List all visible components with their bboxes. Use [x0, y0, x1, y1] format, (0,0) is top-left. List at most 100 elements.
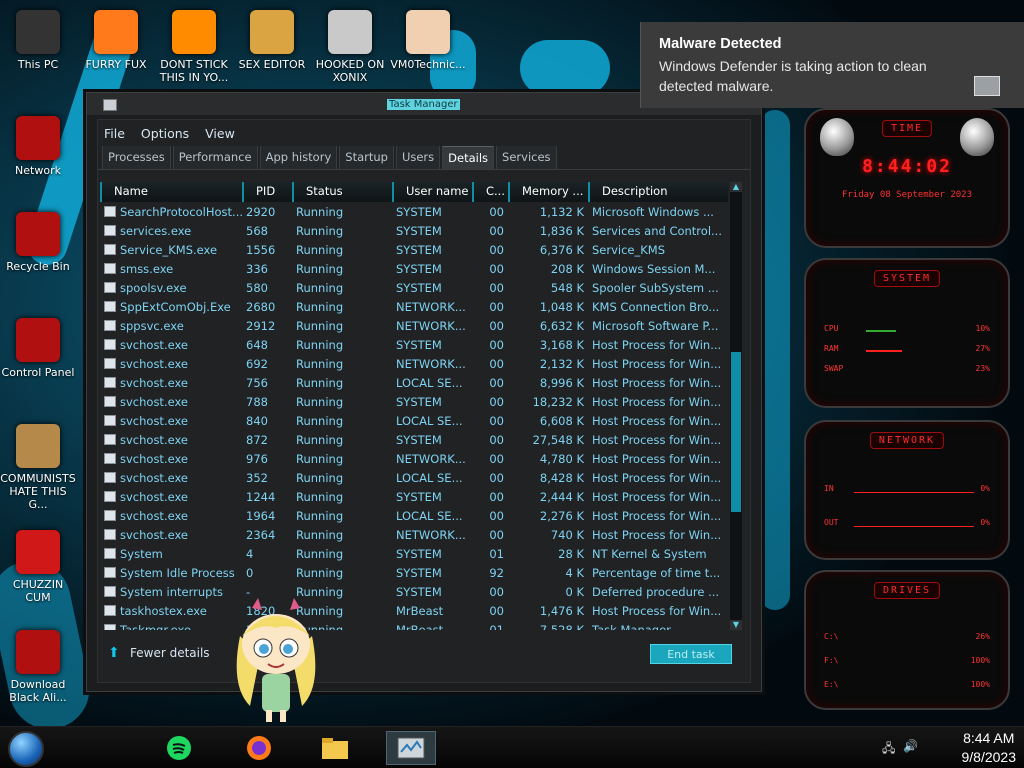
- malware-notification[interactable]: Malware Detected Windows Defender is tak…: [640, 22, 1024, 108]
- process-status: Running: [296, 223, 344, 238]
- fewer-details-button[interactable]: ⬆ Fewer details: [108, 646, 210, 660]
- table-row[interactable]: System 4 Running SYSTEM 01 28 K NT Kernel & Sy…: [100, 544, 728, 563]
- desktop-icon[interactable]: DONT STICK THIS IN YO...: [156, 10, 232, 84]
- tab-processes[interactable]: Processes: [102, 146, 171, 169]
- scroll-up-arrow-icon[interactable]: ▲: [730, 182, 742, 192]
- desktop-icon[interactable]: Download Black Ali...: [0, 630, 76, 704]
- volume-tray-icon[interactable]: 🔊: [903, 739, 918, 760]
- column-header-pid[interactable]: PID: [242, 182, 292, 202]
- wallpaper-streak: [520, 40, 610, 96]
- desktop-icon[interactable]: SEX EDITOR: [234, 10, 310, 71]
- taskbar-spotify-icon[interactable]: [154, 731, 204, 765]
- tab-app-history[interactable]: App history: [259, 146, 338, 169]
- desktop-icon[interactable]: VM0Technic...: [390, 10, 466, 71]
- desktop-icon[interactable]: Network: [0, 116, 76, 177]
- process-pid: 568: [246, 223, 268, 238]
- table-row[interactable]: svchost.exe 1244 Running SYSTEM 00 2,444 K Hos…: [100, 487, 728, 506]
- desktop-icon-label: HOOKED ON XONIX: [315, 58, 385, 84]
- taskbar-task-manager-icon[interactable]: [386, 731, 436, 765]
- table-row[interactable]: taskhostex.exe 1820 Running MrBeast 00 1,476 …: [100, 601, 728, 620]
- process-user: SYSTEM: [396, 337, 442, 352]
- tab-services[interactable]: Services: [496, 146, 557, 169]
- table-row[interactable]: System interrupts - Running SYSTEM 00 0 K Defe…: [100, 582, 728, 601]
- column-header-username[interactable]: User name: [392, 182, 472, 202]
- table-row[interactable]: sppsvc.exe 2912 Running NETWORK... 00 6,632 K…: [100, 316, 728, 335]
- desktop-icon[interactable]: HOOKED ON XONIX: [312, 10, 388, 84]
- desktop-icon[interactable]: Recycle Bin: [0, 212, 76, 273]
- process-cpu: 00: [489, 318, 504, 333]
- table-row[interactable]: SearchProtocolHost.... 2920 Running SYSTEM 0…: [100, 202, 728, 221]
- table-row[interactable]: svchost.exe 2364 Running NETWORK... 00 740 K H…: [100, 525, 728, 544]
- process-name: svchost.exe: [100, 490, 242, 504]
- network-gadget[interactable]: NETWORK IN 0% OUT 0%: [804, 420, 1010, 560]
- task-manager-window[interactable]: Task Manager File Options View Processes…: [86, 92, 762, 692]
- system-gadget[interactable]: SYSTEM CPU 10% RAM 27% SWAP 23%: [804, 258, 1010, 408]
- time-gadget[interactable]: TIME 8:44:02 Friday 08 September 2023: [804, 108, 1010, 248]
- desktop-icon[interactable]: FURRY FUX: [78, 10, 154, 71]
- table-row[interactable]: smss.exe 336 Running SYSTEM 00 208 K Windows S…: [100, 259, 728, 278]
- table-row[interactable]: spoolsv.exe 580 Running SYSTEM 00 548 K Spoole…: [100, 278, 728, 297]
- scrollbar-thumb[interactable]: [731, 352, 741, 512]
- process-user: SYSTEM: [396, 546, 442, 561]
- process-name-text: svchost.exe: [120, 489, 189, 504]
- network-tray-icon[interactable]: 🖧: [882, 739, 895, 760]
- menu-file[interactable]: File: [104, 126, 125, 146]
- table-row[interactable]: svchost.exe 352 Running LOCAL SE... 00 8,428 …: [100, 468, 728, 487]
- column-header-memory[interactable]: Memory ...: [508, 182, 588, 202]
- desktop-icon-label: FURRY FUX: [85, 58, 147, 71]
- table-row[interactable]: svchost.exe 756 Running LOCAL SE... 00 8,996 …: [100, 373, 728, 392]
- process-user: SYSTEM: [396, 242, 442, 257]
- process-memory: 208 K: [550, 261, 584, 276]
- process-status: Running: [296, 413, 344, 428]
- taskbar-file-explorer-icon[interactable]: [310, 731, 360, 765]
- column-header-cpu[interactable]: C...: [472, 182, 508, 202]
- end-task-button[interactable]: End task: [650, 644, 732, 664]
- table-row[interactable]: Service_KMS.exe 1556 Running SYSTEM 00 6,376 …: [100, 240, 728, 259]
- table-row[interactable]: SppExtComObj.Exe 2680 Running NETWORK... 00 1…: [100, 297, 728, 316]
- table-row[interactable]: svchost.exe 976 Running NETWORK... 00 4,780 K…: [100, 449, 728, 468]
- table-row[interactable]: svchost.exe 872 Running SYSTEM 00 27,548 K Hos…: [100, 430, 728, 449]
- process-user: SYSTEM: [396, 223, 442, 238]
- desktop-icon[interactable]: CHUZZIN CUM: [0, 530, 76, 604]
- column-header-status[interactable]: Status: [292, 182, 392, 202]
- tab-startup[interactable]: Startup: [339, 146, 394, 169]
- table-row[interactable]: services.exe 568 Running SYSTEM 00 1,836 K Ser…: [100, 221, 728, 240]
- menu-view[interactable]: View: [205, 126, 235, 146]
- taskbar-firefox-icon[interactable]: [234, 731, 284, 765]
- start-button[interactable]: [8, 731, 44, 767]
- table-row[interactable]: Taskmgr.exe3020RunningMrBeast017,528 KTa…: [100, 620, 728, 630]
- tab-performance[interactable]: Performance: [172, 146, 258, 169]
- taskbar-clock[interactable]: 8:44 AM 9/8/2023: [962, 729, 1017, 767]
- table-row[interactable]: svchost.exe 1964 Running LOCAL SE... 00 2,276…: [100, 506, 728, 525]
- table-row[interactable]: svchost.exe 648 Running SYSTEM 00 3,168 K Host…: [100, 335, 728, 354]
- tab-users[interactable]: Users: [395, 146, 441, 169]
- desktop-icon[interactable]: This PC: [0, 10, 76, 71]
- process-memory: 18,232 K: [532, 394, 584, 409]
- cpu-bar: [866, 330, 896, 332]
- window-title: Task Manager: [387, 99, 460, 110]
- column-header-description[interactable]: Description: [588, 182, 728, 202]
- table-row[interactable]: svchost.exe 692 Running NETWORK... 00 2,132 K…: [100, 354, 728, 373]
- vertical-scrollbar[interactable]: ▲ ▼: [730, 182, 742, 630]
- process-description: Deferred procedure ...: [592, 584, 720, 599]
- process-name-text: svchost.exe: [120, 470, 189, 485]
- process-cpu: 00: [489, 527, 504, 542]
- drives-gadget[interactable]: DRIVES C:\ 26% F:\ 100% E:\ 100%: [804, 570, 1010, 710]
- process-cpu: 00: [489, 261, 504, 276]
- menu-options[interactable]: Options: [141, 126, 189, 146]
- table-row[interactable]: svchost.exe 840 Running LOCAL SE... 00 6,608 …: [100, 411, 728, 430]
- desktop-icon[interactable]: Control Panel: [0, 318, 76, 379]
- table-body: SearchProtocolHost.... 2920 Running SYSTEM 0…: [100, 202, 728, 630]
- table-row[interactable]: svchost.exe 788 Running SYSTEM 00 18,232 K Hos…: [100, 392, 728, 411]
- process-status: Running: [296, 470, 344, 485]
- desktop-icon[interactable]: COMMUNISTS HATE THIS G...: [0, 424, 76, 511]
- column-header-name[interactable]: Name: [100, 182, 242, 202]
- cartoon-character-image: [236, 598, 316, 722]
- process-memory: 2,132 K: [539, 356, 584, 371]
- process-cpu: 00: [489, 508, 504, 523]
- scroll-down-arrow-icon[interactable]: ▼: [730, 620, 742, 630]
- table-row[interactable]: System Idle Process 0 Running SYSTEM 92 4 K Pe…: [100, 563, 728, 582]
- gadget-sidebar: TIME 8:44:02 Friday 08 September 2023 SY…: [790, 108, 1024, 718]
- process-status: Running: [296, 261, 344, 276]
- tab-details[interactable]: Details: [442, 146, 495, 169]
